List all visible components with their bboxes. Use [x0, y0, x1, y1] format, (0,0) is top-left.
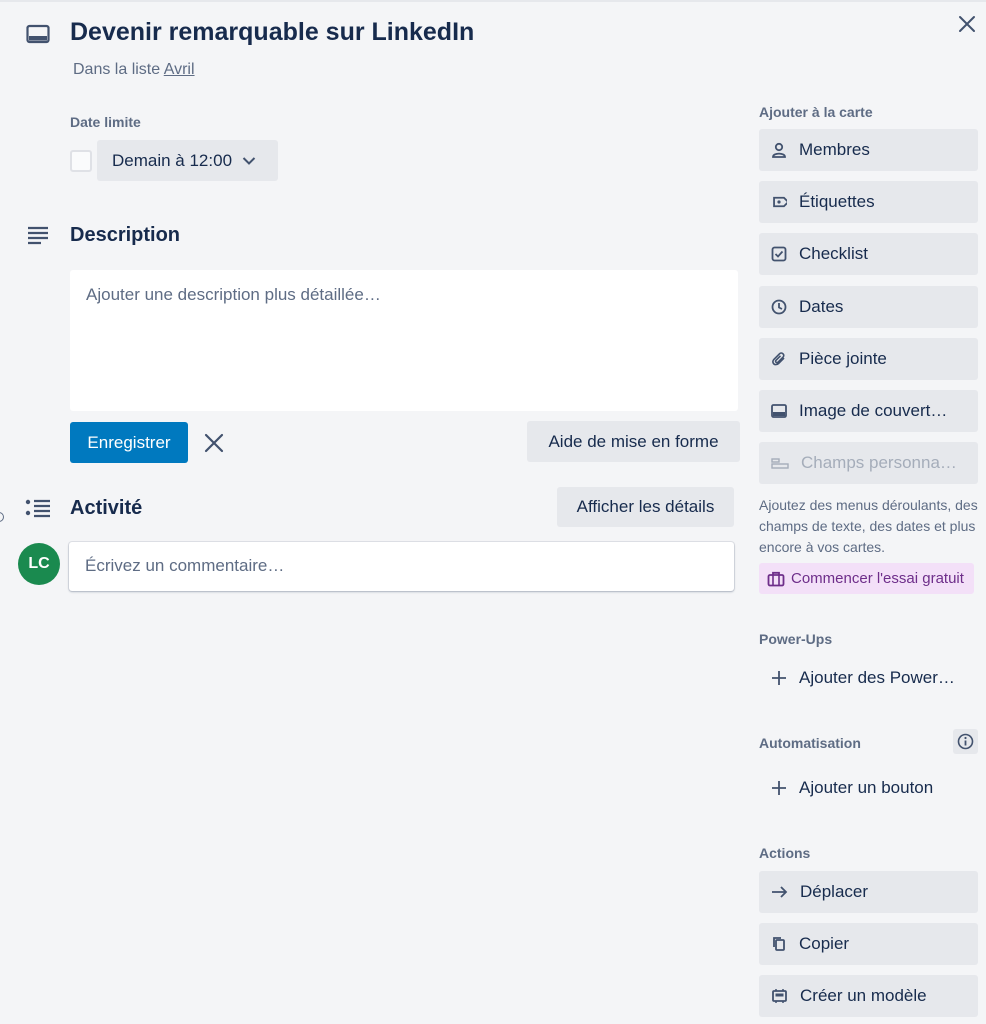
comment-input[interactable]: Écrivez un commentaire… [69, 542, 734, 591]
dates-label: Dates [799, 297, 844, 316]
due-date-button[interactable]: Demain à 12:00 [97, 140, 278, 181]
template-icon [772, 989, 787, 1003]
info-button[interactable] [953, 729, 978, 754]
card-icon [26, 24, 50, 44]
formatting-help-button[interactable]: Aide de mise en forme [527, 421, 740, 462]
plus-icon [772, 781, 786, 795]
custom-fields-icon [771, 458, 789, 469]
move-label: Déplacer [800, 882, 869, 901]
start-trial-label: Commencer l'essai gratuit [791, 570, 964, 587]
add-to-card-heading: Ajouter à la carte [759, 104, 873, 120]
attachment-button[interactable]: Pièce jointe [759, 338, 978, 380]
labels-button[interactable]: Étiquettes [759, 181, 978, 223]
copy-icon [773, 937, 785, 951]
chevron-down-icon [242, 156, 256, 165]
avatar[interactable]: LC [18, 543, 60, 585]
move-button[interactable]: Déplacer [759, 871, 978, 913]
custom-fields-note: Ajoutez des menus déroulants, des champs… [759, 497, 978, 555]
person-icon [772, 142, 786, 158]
save-button[interactable]: Enregistrer [70, 422, 188, 463]
powerups-heading: Power-Ups [759, 631, 833, 647]
description-heading: Description [70, 224, 181, 246]
custom-fields-button[interactable]: Champs personna… [759, 442, 978, 484]
close-icon[interactable] [203, 432, 225, 454]
cover-button[interactable]: Image de couvert… [759, 390, 978, 432]
checklist-icon [771, 246, 787, 262]
description-textarea[interactable]: Ajouter une description plus détaillée… [70, 270, 738, 411]
copy-button[interactable]: Copier [759, 923, 978, 965]
members-label: Membres [799, 140, 870, 159]
plus-icon [772, 671, 786, 685]
custom-fields-label: Champs personna… [801, 453, 957, 472]
attachment-label: Pièce jointe [799, 349, 887, 368]
activity-icon [25, 499, 50, 518]
due-date-label: Date limite [70, 114, 141, 130]
activity-heading: Activité [70, 497, 143, 519]
create-template-label: Créer un modèle [800, 986, 927, 1005]
checklist-label: Checklist [799, 244, 868, 263]
show-details-button[interactable]: Afficher les détails [557, 487, 734, 527]
clock-icon [771, 299, 787, 315]
close-icon[interactable] [955, 12, 979, 36]
cover-icon [771, 404, 787, 418]
top-border [0, 0, 986, 2]
add-button-button[interactable]: Ajouter un bouton [759, 767, 978, 809]
list-breadcrumb: Dans la liste Avril [73, 61, 195, 79]
add-button-label: Ajouter un bouton [799, 778, 934, 797]
add-powerups-label: Ajouter des Power… [799, 668, 955, 687]
briefcase-icon [767, 571, 785, 586]
paperclip-icon [772, 352, 785, 366]
list-prefix: Dans la liste [73, 61, 164, 78]
edge-circle [0, 512, 4, 522]
arrow-right-icon [772, 886, 788, 898]
checklist-button[interactable]: Checklist [759, 233, 978, 275]
due-date-checkbox[interactable] [70, 150, 92, 172]
automation-heading: Automatisation [759, 735, 861, 751]
members-button[interactable]: Membres [759, 129, 978, 171]
dates-button[interactable]: Dates [759, 286, 978, 328]
create-template-button[interactable]: Créer un modèle [759, 975, 978, 1017]
add-powerups-button[interactable]: Ajouter des Power… [759, 657, 978, 699]
card-title[interactable]: Devenir remarquable sur LinkedIn [70, 18, 474, 47]
copy-label: Copier [799, 934, 850, 953]
start-trial-button[interactable]: Commencer l'essai gratuit [759, 563, 974, 594]
tag-icon [773, 196, 787, 208]
labels-label: Étiquettes [799, 192, 875, 211]
list-link[interactable]: Avril [164, 61, 195, 78]
info-icon [957, 733, 974, 750]
due-date-value: Demain à 12:00 [112, 150, 233, 170]
description-icon [28, 226, 48, 245]
actions-heading: Actions [759, 845, 811, 861]
cover-label: Image de couvert… [799, 401, 948, 420]
